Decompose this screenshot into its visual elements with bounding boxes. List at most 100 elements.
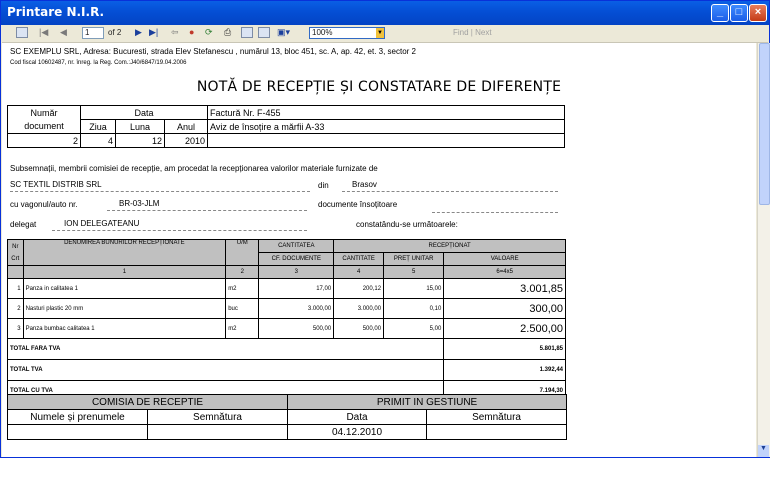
back-icon[interactable]: ⇦ [171, 27, 179, 38]
print-icon[interactable]: ⎙ [224, 27, 231, 38]
zoom-value: 100% [312, 28, 333, 37]
aviz-text: Aviz de însoțire a mărfii A-33 [207, 119, 565, 134]
report-toolbar: |◀ ◀ 1 of 2 ▶ ▶| ⇦ ● ⟳ ⎙ ▣▾ 100% ▼ Find … [2, 25, 768, 43]
company-line: SC EXEMPLU SRL, Adresa: Bucuresti, strad… [10, 47, 416, 56]
stop-icon[interactable]: ● [189, 27, 194, 37]
comisia-label: COMISIA DE RECEPTIE [6, 394, 289, 410]
city-name: Brasov [352, 180, 377, 189]
row-qty: 3.000,00 [333, 298, 385, 319]
find-link[interactable]: Find | Next [453, 28, 492, 37]
sign-date: 04.12.2010 [287, 424, 428, 440]
fiscal-line: Cod fiscal 10602487, nr. înreg. la Reg. … [10, 60, 187, 66]
row-cf: 17,00 [258, 278, 335, 299]
next-page-icon[interactable]: ▶ [135, 27, 142, 38]
previous-page-icon[interactable]: ◀ [60, 27, 67, 38]
col-0 [7, 265, 24, 279]
documents-label: documente însoțitoare [318, 200, 398, 209]
scroll-thumb[interactable] [759, 43, 770, 205]
um-label: U/M [225, 239, 260, 266]
header-table: Număr Data Factură Nr. F-455 document Zi… [7, 105, 565, 148]
semnatura-label: Semnătura [146, 409, 289, 425]
items-table: Nr Crt DENUMIREA BUNURILOR RECEPȚIONATE U… [6, 239, 566, 402]
vehicle-number: BR-03-JLM [119, 199, 160, 208]
export-icon[interactable]: ▣▾ [277, 27, 290, 38]
find-label[interactable]: Find [453, 28, 469, 37]
documents-line [432, 212, 558, 213]
col-3: 3 [258, 265, 335, 279]
window-title: Printare N.I.R. [7, 5, 105, 19]
nr-label: Nr Crt [7, 239, 24, 266]
row-value: 3.001,85 [443, 278, 566, 299]
vertical-scrollbar[interactable]: ▼ [757, 43, 770, 457]
supplier-line [10, 191, 310, 192]
delegate-line [52, 230, 307, 231]
row-cf: 500,00 [258, 318, 335, 339]
first-page-icon[interactable]: |◀ [39, 27, 48, 38]
minimize-button[interactable]: _ [711, 4, 729, 22]
row-um: buc [225, 298, 260, 319]
page-count: of 2 [108, 28, 122, 37]
anul-label: Anul [164, 119, 208, 134]
row-um: m2 [225, 318, 260, 339]
scroll-down-icon[interactable]: ▼ [758, 445, 769, 457]
close-button[interactable]: × [749, 4, 767, 22]
col-4: 4 [333, 265, 385, 279]
report-window: Printare N.I.R. _ □ × |◀ ◀ 1 of 2 ▶ ▶| ⇦… [0, 0, 770, 458]
semnatura2-label: Semnătura [426, 409, 568, 425]
table-row: 1 Panza in calitatea 1 m2 17,00 200,12 1… [7, 278, 566, 299]
receptionat-label: RECEPȚIONAT [333, 239, 566, 253]
row-cf: 3.000,00 [258, 298, 335, 319]
print-layout-icon[interactable] [241, 27, 253, 38]
row-nr: 3 [7, 318, 24, 339]
semnatura2-value [426, 424, 568, 440]
cf-doc-label: CF. DOCUMENTE [258, 252, 335, 266]
valoare-label: VALOARE [443, 252, 566, 266]
ziua-label: Ziua [80, 119, 116, 134]
den-label: DENUMIREA BUNURILOR RECEPȚIONATE [22, 239, 227, 266]
total-fara-label: TOTAL FARA TVA [6, 338, 445, 360]
row-name: Panza bumbac calitatea 1 [22, 318, 227, 339]
row-name: Panza in calitatea 1 [22, 278, 227, 299]
pret-label: PREȚ UNITAR [383, 252, 445, 266]
chevron-down-icon[interactable]: ▼ [376, 28, 384, 38]
total-tva-row: TOTAL TVA 1.392,44 [6, 359, 566, 381]
col-5: 5 [383, 265, 445, 279]
row-um: m2 [225, 278, 260, 299]
total-fara-row: TOTAL FARA TVA 5.801,85 [6, 338, 566, 360]
row-value: 2.500,00 [443, 318, 566, 339]
factura-text: Factură Nr. F-455 [207, 105, 565, 120]
maximize-button[interactable]: □ [730, 4, 748, 22]
signatures-table: COMISIA DE RECEPTIE PRIMIT IN GESTIUNE N… [6, 394, 568, 440]
row-nr: 1 [7, 278, 24, 299]
total-fara-value: 5.801,85 [443, 338, 566, 360]
last-page-icon[interactable]: ▶| [149, 27, 158, 38]
refresh-icon[interactable]: ⟳ [205, 27, 213, 38]
numar-value: 2 [7, 133, 81, 148]
luna-value: 12 [115, 133, 165, 148]
page-setup-icon[interactable] [258, 27, 270, 38]
page-number-input[interactable]: 1 [82, 27, 104, 39]
semnatura-value [146, 424, 289, 440]
vehicle-label: cu vagonul/auto nr. [10, 200, 78, 209]
cant-label: CANTITATEA [258, 239, 335, 253]
vehicle-line [107, 210, 307, 211]
zoom-select[interactable]: 100% ▼ [309, 27, 385, 39]
row-value: 300,00 [443, 298, 566, 319]
cantitate-label: CANTITATE [333, 252, 385, 266]
delegate-label: delegat [10, 220, 37, 229]
luna-label: Luna [115, 119, 165, 134]
toggle-tree-icon[interactable] [16, 27, 28, 38]
numar-label: Număr [7, 105, 81, 120]
next-label[interactable]: Next [475, 28, 491, 37]
nume-value [7, 424, 148, 440]
delegate-name: ION DELEGATEANU [64, 219, 140, 228]
col-2: 2 [225, 265, 260, 279]
row-name: Nasturi plastic 20 mm [22, 298, 227, 319]
col-1: 1 [22, 265, 227, 279]
city-line [342, 191, 558, 192]
find-separator: | [470, 28, 473, 37]
total-tva-label: TOTAL TVA [6, 359, 445, 381]
title-bar: Printare N.I.R. _ □ × [1, 1, 769, 25]
ziua-value: 4 [80, 133, 116, 148]
document-label: document [7, 119, 81, 134]
